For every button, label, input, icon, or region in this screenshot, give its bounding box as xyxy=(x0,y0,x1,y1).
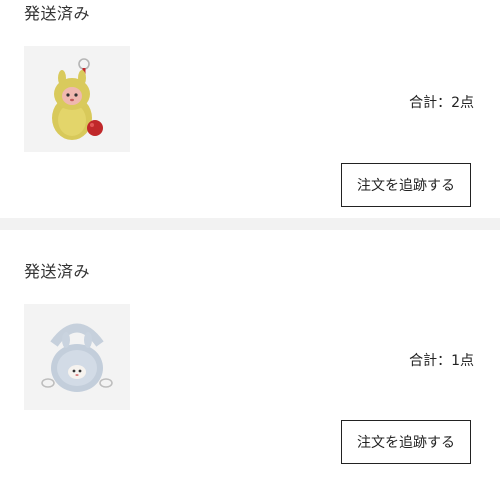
order-card: 発送済み 合計：2点 注文を追跡する xyxy=(0,0,500,218)
product-thumbnail[interactable] xyxy=(24,46,130,152)
track-order-button[interactable]: 注文を追跡する xyxy=(341,163,471,207)
order-total: 合計：2点 xyxy=(409,95,474,111)
next-order-card-edge xyxy=(0,492,500,500)
order-card: 発送済み 合計：1点 注文を追跡する xyxy=(0,230,500,492)
order-status: 発送済み xyxy=(24,262,91,281)
blue-plush-bag-icon xyxy=(41,323,113,392)
track-order-button[interactable]: 注文を追跡する xyxy=(341,420,471,464)
yellow-plush-keychain-icon xyxy=(52,58,103,140)
order-status: 発送済み xyxy=(24,4,91,23)
order-total: 合計：1点 xyxy=(409,353,474,369)
product-thumbnail[interactable] xyxy=(24,304,130,410)
